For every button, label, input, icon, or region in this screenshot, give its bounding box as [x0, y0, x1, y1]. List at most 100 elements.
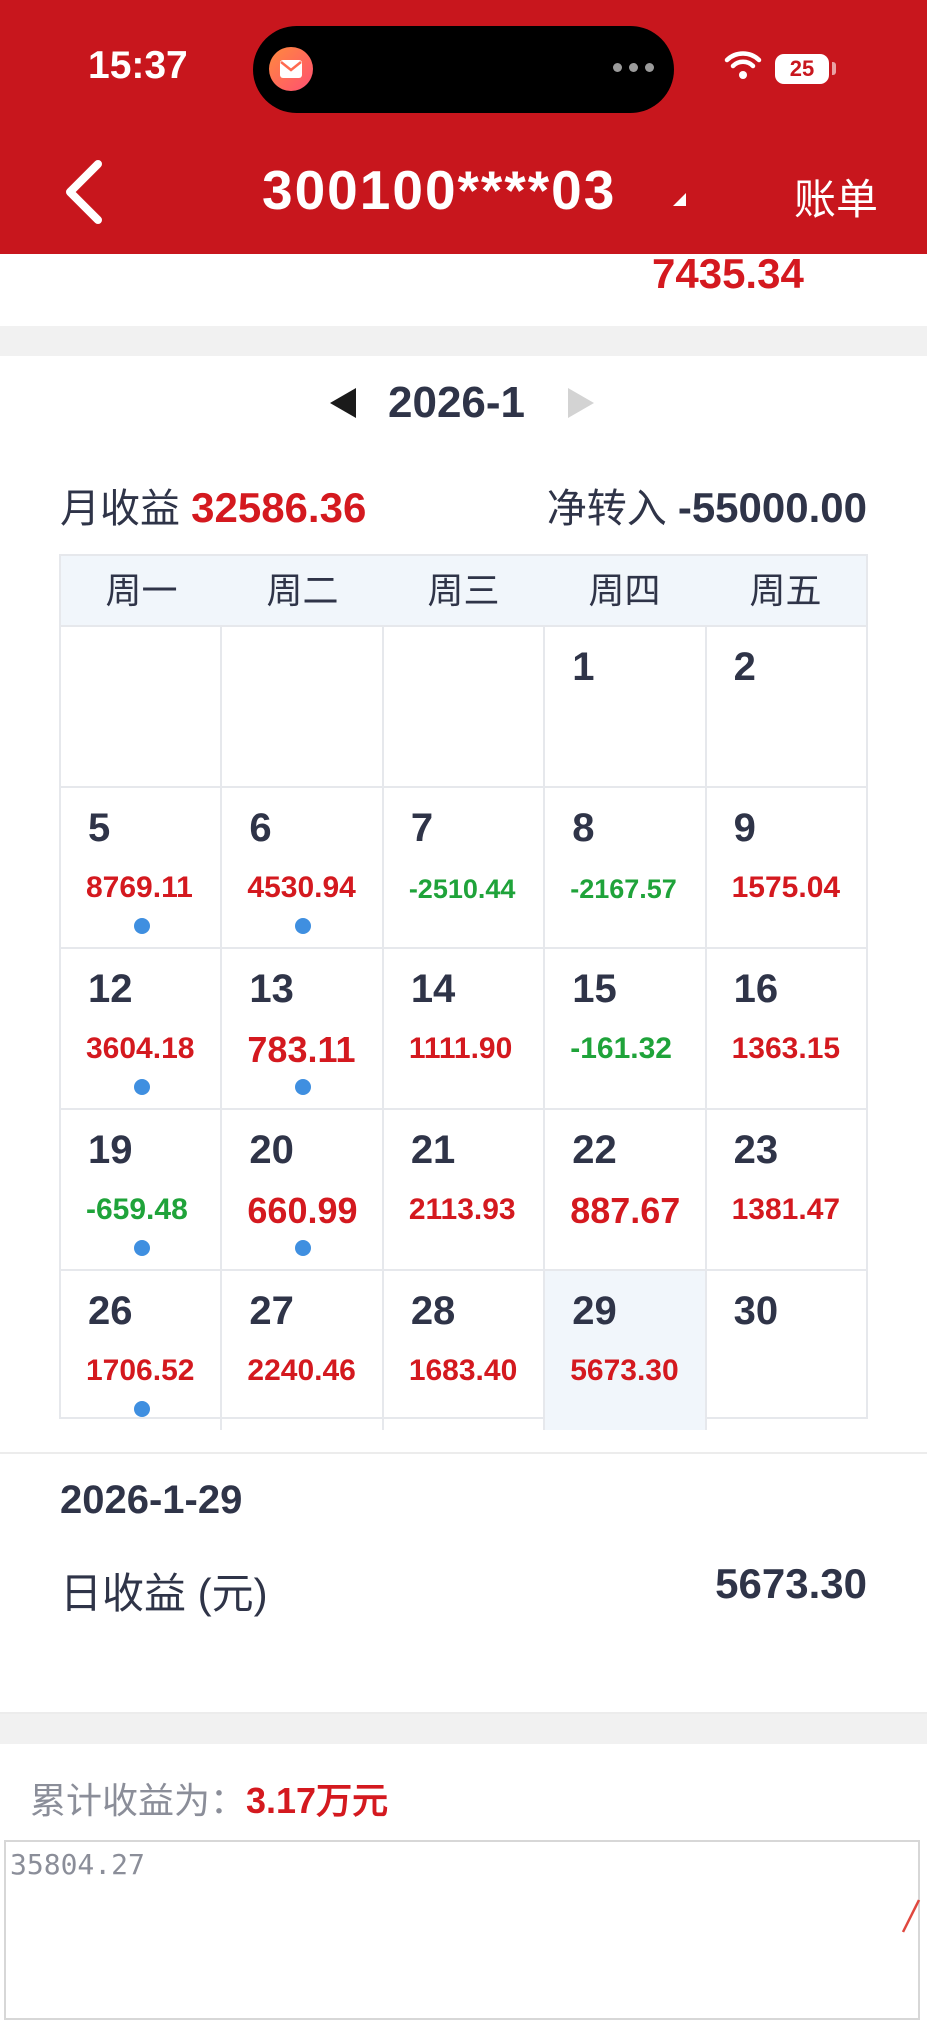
account-dropdown-icon[interactable] [673, 193, 686, 206]
month-label[interactable]: 2026-1 [388, 378, 525, 428]
calendar-day-cell[interactable]: 20 660.99 [222, 1110, 384, 1269]
cumulative-chart[interactable]: 35804.27 [4, 1840, 921, 2020]
prev-month-icon[interactable] [330, 388, 356, 418]
calendar-day-cell[interactable]: 16 1363.15 [707, 949, 866, 1108]
day-number: 28 [410, 1289, 456, 1333]
calendar-day-cell[interactable]: 5 8769.11 [61, 788, 223, 947]
calendar-day-cell[interactable]: 15 -161.32 [545, 949, 707, 1108]
calendar-body: 1 2 5 8769.11 6 4530.94 7 -2510.44 8 -2167.57 9 157… [61, 627, 866, 1430]
calendar-day-cell[interactable]: 7 -2510.44 [384, 788, 546, 947]
day-income: 1111.90 [408, 1032, 513, 1065]
calendar-week-row: 12 3604.18 13 783.11 14 1111.90 15 -161.32 16 136… [61, 949, 866, 1110]
bill-link[interactable]: 账单 [794, 166, 878, 227]
weekday-header: 周一 周二 周三 周四 周五 [61, 556, 866, 627]
day-number: 13 [249, 967, 294, 1011]
net-transfer-label: 净转入 [546, 487, 667, 531]
day-number: 29 [572, 1289, 617, 1333]
day-income: -2510.44 [408, 874, 516, 904]
day-number: 7 [410, 806, 434, 850]
day-number: 6 [249, 806, 272, 850]
divider [0, 1452, 927, 1454]
calendar-day-cell[interactable]: 28 1683.40 [384, 1271, 546, 1430]
calendar-day-cell[interactable]: 19 -659.48 [61, 1110, 223, 1269]
day-income: 1575.04 [731, 871, 841, 904]
calendar-day-cell[interactable]: 9 1575.04 [707, 788, 866, 947]
next-month-icon[interactable] [568, 388, 594, 418]
transaction-dot-icon [295, 1240, 312, 1256]
battery-cap [832, 62, 836, 75]
day-income: 3604.18 [86, 1032, 195, 1065]
day-income: 4530.94 [247, 871, 356, 904]
day-number: 12 [88, 967, 133, 1011]
day-income: 2113.93 [408, 1193, 516, 1226]
day-number: 5 [88, 806, 111, 850]
weekday-label: 周二 [266, 570, 339, 611]
calendar-day-cell[interactable]: 8 -2167.57 [545, 788, 707, 947]
calendar-day-cell[interactable]: 1 [545, 627, 707, 786]
day-income: 1381.47 [731, 1193, 841, 1226]
daily-income-value: 5673.30 [715, 1560, 867, 1607]
calendar-day-cell[interactable]: 12 3604.18 [61, 949, 223, 1108]
weekday-label: 周五 [749, 570, 822, 611]
day-income: 1683.40 [408, 1354, 518, 1387]
day-number: 22 [572, 1128, 617, 1172]
calendar-day-cell[interactable]: 22 887.67 [545, 1110, 707, 1269]
calendar-week-row: 12 [61, 627, 866, 788]
cumulative-label: 累计收益为： [30, 1780, 247, 1821]
day-income: 887.67 [570, 1190, 681, 1231]
month-navigator: 2026-1 [0, 378, 927, 428]
day-number: 20 [249, 1128, 294, 1172]
calendar-week-row: 5 8769.11 6 4530.94 7 -2510.44 8 -2167.57 9 1575.… [61, 788, 866, 949]
calendar-day-cell[interactable]: 21 2113.93 [384, 1110, 546, 1269]
calendar-day-cell[interactable]: 27 2240.46 [222, 1271, 384, 1430]
day-income: 8769.11 [86, 871, 193, 904]
monthly-income: 月收益 32586.36 [60, 476, 366, 534]
calendar-day-cell[interactable]: 13 783.11 [222, 949, 384, 1108]
calendar-week-row: 26 1706.52 27 2240.46 28 1683.40 29 5673.30 30 [61, 1271, 866, 1430]
net-transfer-value: -55000.00 [677, 484, 867, 531]
top-bar: 15:37 25 300100****03 账单 [0, 0, 927, 254]
day-number: 21 [410, 1128, 456, 1172]
daily-income-label: 日收益 (元) [60, 1570, 268, 1617]
day-number: 2 [733, 645, 756, 689]
chart-line [901, 1899, 921, 1933]
day-number: 23 [733, 1128, 779, 1172]
day-income: 660.99 [247, 1190, 358, 1231]
day-number: 8 [572, 806, 595, 850]
wifi-icon [724, 51, 762, 79]
calendar-day-cell[interactable]: 14 1111.90 [384, 949, 546, 1108]
monthly-income-value: 32586.36 [191, 484, 367, 531]
day-income: -2167.57 [570, 874, 677, 904]
calendar-day-cell[interactable]: 2 [707, 627, 866, 786]
calendar-day-cell[interactable]: 30 [707, 1271, 866, 1430]
cumulative-value: 3.17万元 [246, 1780, 389, 1821]
day-number: 30 [733, 1289, 779, 1333]
calendar-day-cell[interactable]: 23 1381.47 [707, 1110, 866, 1269]
section-divider [0, 1714, 927, 1744]
weekday-label: 周三 [427, 570, 500, 611]
transaction-dot-icon [134, 918, 150, 934]
calendar-empty-cell [61, 627, 223, 786]
day-income: -659.48 [86, 1193, 188, 1226]
status-time: 15:37 [88, 44, 188, 87]
battery-icon: 25 [775, 54, 829, 84]
weekday-label: 周一 [105, 570, 178, 611]
back-icon[interactable] [60, 158, 110, 228]
monthly-income-label: 月收益 [60, 487, 180, 531]
calendar-day-cell[interactable]: 29 5673.30 [545, 1271, 707, 1430]
transaction-dot-icon [295, 1079, 312, 1095]
day-income: -161.32 [570, 1032, 672, 1065]
transaction-dot-icon [134, 1240, 150, 1256]
calendar-empty-cell [384, 627, 546, 786]
day-number: 1 [572, 645, 595, 689]
account-title[interactable]: 300100****03 [262, 158, 616, 222]
calendar-day-cell[interactable]: 6 4530.94 [222, 788, 384, 947]
day-number: 9 [733, 806, 756, 850]
day-number: 27 [249, 1289, 294, 1333]
day-number: 15 [572, 967, 617, 1011]
mail-app-icon[interactable] [269, 47, 313, 91]
calendar-day-cell[interactable]: 26 1706.52 [61, 1271, 223, 1430]
calendar-empty-cell [222, 627, 384, 786]
dynamic-island [253, 26, 674, 113]
day-number: 14 [410, 967, 456, 1011]
